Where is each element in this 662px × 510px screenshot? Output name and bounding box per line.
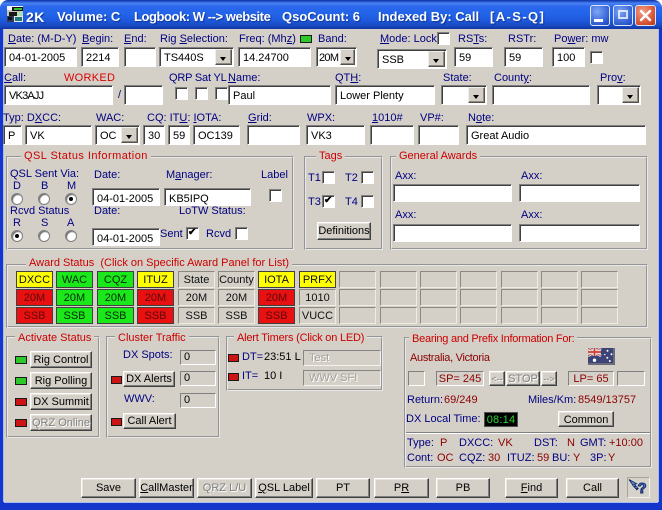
svg-text:?: ? <box>638 480 647 497</box>
